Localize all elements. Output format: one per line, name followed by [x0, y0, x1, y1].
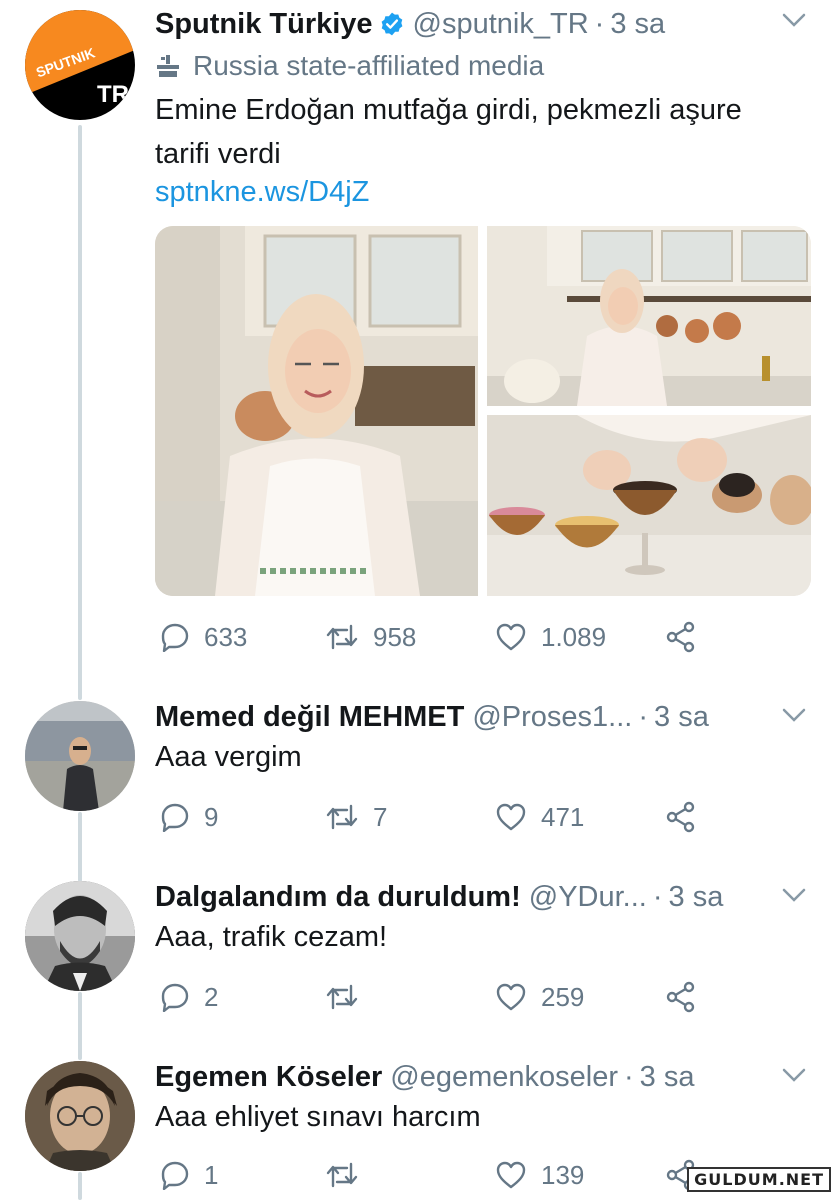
avatar-logo-sub: TR: [97, 81, 129, 108]
reply-button[interactable]: 1: [160, 1153, 218, 1197]
display-name[interactable]: Dalgalandım da duruldum!: [155, 881, 521, 914]
retweet-icon: [326, 804, 358, 830]
chevron-down-icon[interactable]: [781, 1065, 807, 1085]
state-media-text: Russia state-affiliated media: [193, 50, 545, 81]
chevron-down-icon[interactable]: [781, 705, 807, 725]
verified-badge-icon: [381, 12, 402, 36]
watermark: GULDUM.NET: [687, 1167, 831, 1192]
retweet-button[interactable]: 7: [325, 795, 387, 839]
timestamp[interactable]: 3 sa: [654, 701, 709, 734]
tweet-text: Aaa vergim: [155, 741, 302, 773]
chevron-down-icon[interactable]: [781, 885, 807, 905]
reply-icon: [161, 623, 189, 652]
display-name[interactable]: Memed değil MEHMET: [155, 701, 464, 734]
tweet-link[interactable]: sptnkne.ws/D4jZ: [155, 176, 369, 209]
handle[interactable]: @YDur...: [529, 881, 647, 914]
avatar[interactable]: [25, 881, 135, 991]
reply-icon: [161, 1161, 189, 1190]
reply-button[interactable]: 9: [160, 795, 218, 839]
share-icon: [666, 981, 695, 1013]
retweet-button[interactable]: 958: [325, 615, 416, 659]
timestamp[interactable]: 3 sa: [669, 881, 724, 914]
retweet-icon: [326, 624, 358, 650]
tweet-header: Sputnik Türkiye @sputnik_TR · 3 sa: [155, 2, 665, 46]
display-name[interactable]: Sputnik Türkiye: [155, 8, 373, 41]
handle[interactable]: @Proses1...: [472, 701, 632, 734]
reply-tweet[interactable]: Memed değil MEHMET @Proses1... · 3 sa Aa…: [0, 695, 835, 860]
separator: ·: [594, 7, 605, 40]
chevron-down-icon[interactable]: [781, 10, 807, 30]
like-button[interactable]: 139: [495, 1153, 584, 1197]
retweet-count: 958: [373, 621, 417, 652]
reply-count: 1: [204, 1159, 219, 1190]
like-count: 139: [541, 1159, 585, 1190]
tweet-text: Emine Erdoğan mutfağa girdi, pekmezli aş…: [155, 88, 742, 176]
handle[interactable]: @sputnik_TR: [413, 8, 589, 41]
handle[interactable]: @egemenkoseler: [390, 1061, 618, 1094]
reply-count: 633: [204, 621, 248, 652]
share-button[interactable]: [665, 615, 711, 659]
share-button[interactable]: [665, 795, 711, 839]
retweet-icon: [326, 1162, 358, 1188]
media-photo-kitchen[interactable]: [487, 226, 811, 406]
avatar[interactable]: [25, 1061, 135, 1171]
reply-count: 2: [204, 981, 219, 1012]
like-button[interactable]: 471: [495, 795, 584, 839]
reply-icon: [161, 803, 189, 832]
display-name[interactable]: Egemen Köseler: [155, 1061, 382, 1094]
like-count: 259: [541, 981, 585, 1012]
retweet-icon: [326, 984, 358, 1010]
like-icon: [496, 623, 526, 651]
share-icon: [666, 621, 695, 653]
media-photo-dessert[interactable]: [487, 415, 811, 596]
tweet-text: Aaa, trafik cezam!: [155, 921, 388, 953]
reply-icon: [161, 983, 189, 1012]
retweet-count: 7: [373, 801, 388, 832]
state-media-icon: [157, 55, 179, 77]
share-button[interactable]: [665, 975, 711, 1019]
tweet-header: Egemen Köseler @egemenkoseler · 3 sa: [155, 1055, 695, 1099]
reply-button[interactable]: 2: [160, 975, 218, 1019]
like-count: 471: [541, 801, 585, 832]
share-icon: [666, 801, 695, 833]
avatar[interactable]: SPUTNIK TR: [25, 10, 135, 120]
timestamp[interactable]: 3 sa: [640, 1061, 695, 1094]
like-icon: [496, 1161, 526, 1189]
state-media-label[interactable]: Russia state-affiliated media: [155, 44, 544, 88]
tweet-text-line: tarifi verdi: [155, 138, 281, 170]
tweet-actions: 9 7 471: [155, 795, 715, 839]
separator: ·: [638, 700, 649, 733]
tweet-header: Memed değil MEHMET @Proses1... · 3 sa: [155, 695, 709, 739]
retweet-button[interactable]: [325, 975, 373, 1019]
avatar[interactable]: [25, 701, 135, 811]
tweet-actions: 1 139: [155, 1153, 715, 1197]
media-photo-portrait[interactable]: [155, 226, 478, 596]
like-button[interactable]: 1.089: [495, 615, 606, 659]
media-grid[interactable]: [155, 226, 811, 596]
separator: ·: [652, 880, 663, 913]
main-tweet[interactable]: SPUTNIK TR Sputnik Türkiye @sputnik_TR ·…: [0, 0, 835, 680]
reply-tweet[interactable]: Dalgalandım da duruldum! @YDur... · 3 sa…: [0, 875, 835, 1040]
reply-count: 9: [204, 801, 219, 832]
tweet-header: Dalgalandım da duruldum! @YDur... · 3 sa: [155, 875, 723, 919]
tweet-actions: 2 259: [155, 975, 715, 1019]
like-icon: [496, 803, 526, 831]
reply-button[interactable]: 633: [160, 615, 247, 659]
like-count: 1.089: [541, 621, 607, 652]
tweet-text-line: Emine Erdoğan mutfağa girdi, pekmezli aş…: [155, 94, 742, 126]
timestamp[interactable]: 3 sa: [610, 8, 665, 41]
tweet-actions: 633 958 1.089: [155, 615, 715, 659]
tweet-text: Aaa ehliyet sınavı harcım: [155, 1101, 481, 1133]
like-button[interactable]: 259: [495, 975, 584, 1019]
separator: ·: [624, 1060, 634, 1093]
like-icon: [496, 983, 526, 1011]
retweet-button[interactable]: [325, 1153, 373, 1197]
